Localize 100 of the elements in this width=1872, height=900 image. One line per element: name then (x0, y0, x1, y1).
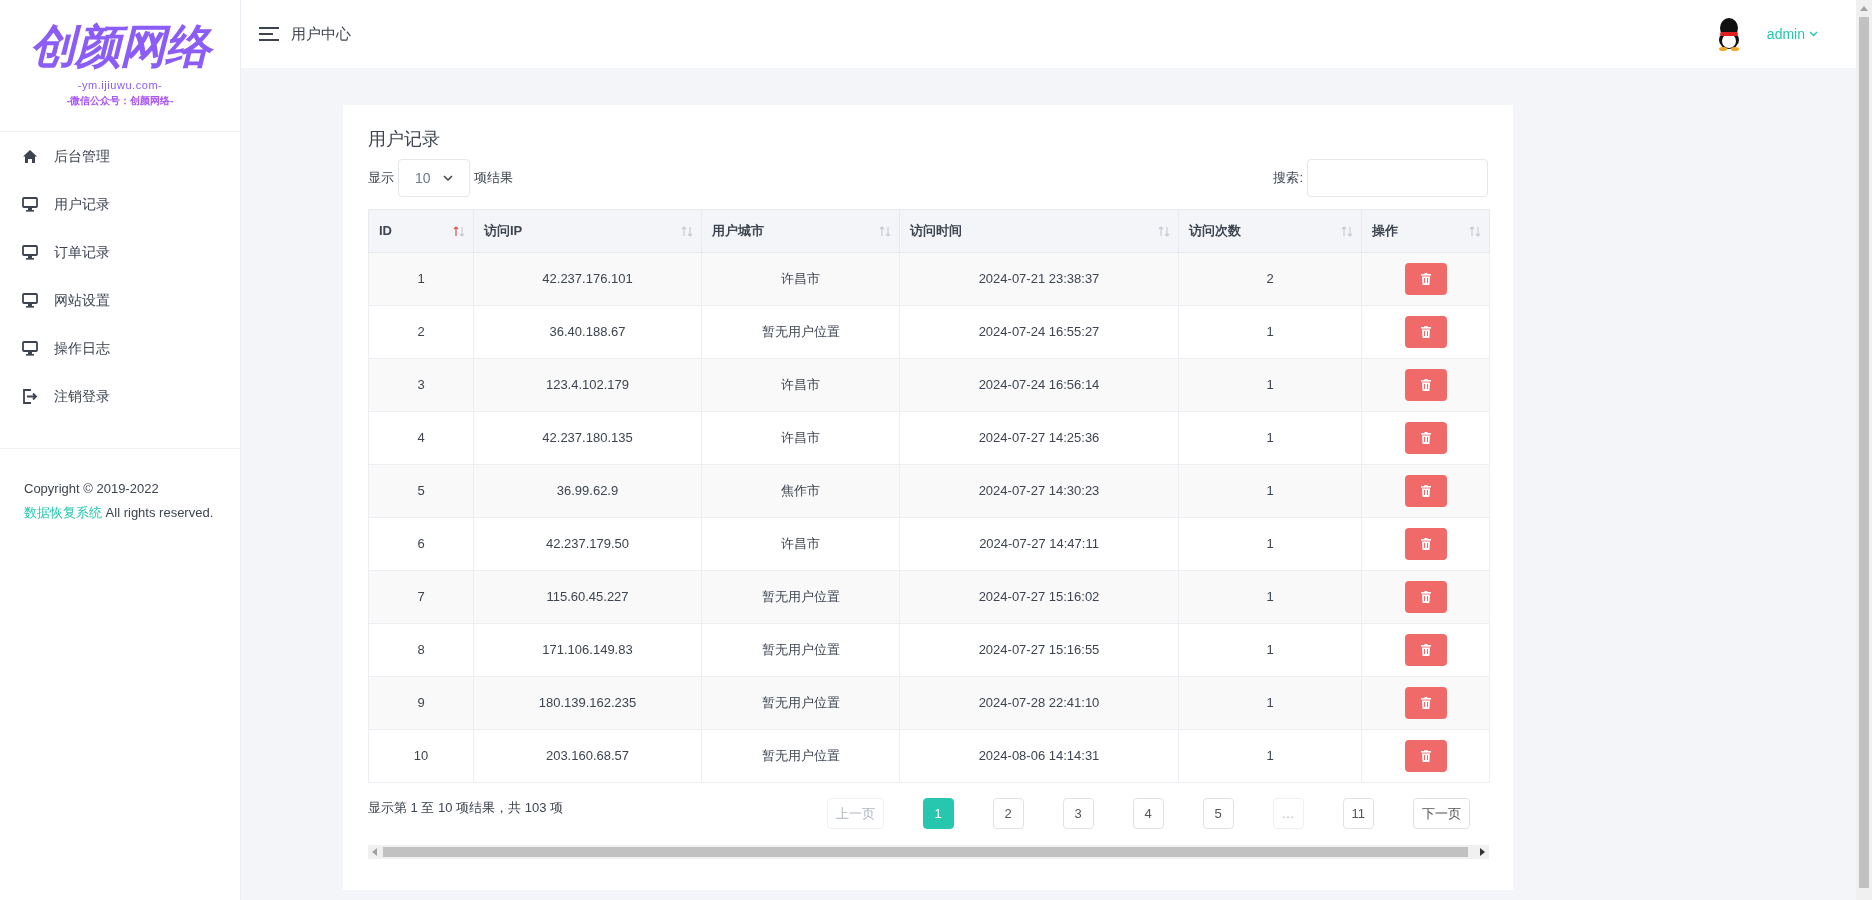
delete-button[interactable] (1404, 422, 1447, 454)
column-header[interactable]: 访问时间 (899, 209, 1179, 253)
length-label: 项结果 (474, 169, 513, 188)
delete-button[interactable] (1404, 316, 1447, 348)
table-info: 显示第 1 至 10 项结果，共 103 项 (368, 799, 564, 817)
delete-button[interactable] (1404, 475, 1447, 507)
table-cell: 许昌市 (701, 358, 900, 412)
scroll-left-icon[interactable] (372, 848, 377, 856)
table-cell: 1 (1178, 305, 1362, 359)
table-cell: 暂无用户位置 (701, 623, 900, 677)
table-cell: 10 (368, 729, 474, 783)
delete-button[interactable] (1404, 687, 1447, 719)
table-cell: 1 (1178, 676, 1362, 730)
home-icon (22, 148, 38, 164)
table-cell: 3 (368, 358, 474, 412)
logo-subtitle: -微信公众号：创颜网络- (66, 94, 174, 109)
copyright-text: Copyright © 2019-2022 数据恢复系统 All rights reserved. (24, 480, 214, 522)
table-cell: 42.237.180.135 (473, 411, 702, 465)
column-header[interactable]: 访问次数 (1178, 209, 1362, 253)
trash-icon (1420, 432, 1431, 444)
sidebar-item[interactable]: 注销登录 (0, 372, 240, 420)
delete-button[interactable] (1404, 740, 1447, 772)
trash-icon (1420, 538, 1431, 550)
table-cell: 36.40.188.67 (473, 305, 702, 359)
table-cell: 1 (368, 252, 474, 306)
page-button[interactable]: 2 (992, 798, 1024, 829)
delete-button[interactable] (1404, 634, 1447, 666)
scroll-right-icon[interactable] (1480, 848, 1485, 856)
page-button[interactable]: 11 (1342, 798, 1374, 829)
table-cell: 2024-07-21 23:38:37 (899, 252, 1179, 306)
delete-button[interactable] (1404, 369, 1447, 401)
sidebar-item[interactable]: 后台管理 (0, 132, 240, 180)
table-cell: 许昌市 (701, 517, 900, 571)
table-cell: 暂无用户位置 (701, 676, 900, 730)
table-cell: 2 (368, 305, 474, 359)
table-cell: 1 (1178, 517, 1362, 571)
chevron-down-icon (1809, 31, 1818, 37)
table-cell: 许昌市 (701, 411, 900, 465)
sidebar-item[interactable]: 订单记录 (0, 228, 240, 276)
delete-button[interactable] (1404, 528, 1447, 560)
trash-icon (1420, 485, 1431, 497)
column-header[interactable]: 操作 (1361, 209, 1490, 253)
table-cell: 2024-07-27 15:16:55 (899, 623, 1179, 677)
table-cell: 1 (1178, 464, 1362, 518)
monitor-icon (22, 292, 38, 308)
column-header[interactable]: 访问IP (473, 209, 702, 253)
table-cell: 2024-07-24 16:55:27 (899, 305, 1179, 359)
table-cell: 9 (368, 676, 474, 730)
column-header[interactable]: 用户城市 (701, 209, 900, 253)
monitor-icon (22, 196, 38, 212)
table-cell: 暂无用户位置 (701, 570, 900, 624)
table-cell: 暂无用户位置 (701, 305, 900, 359)
trash-icon (1420, 591, 1431, 603)
table-cell: 1 (1178, 729, 1362, 783)
vertical-scrollbar[interactable] (1856, 0, 1872, 900)
table-cell: 42.237.176.101 (473, 252, 702, 306)
card-title: 用户记录 (368, 128, 441, 151)
table-cell: 5 (368, 464, 474, 518)
table-cell: 1 (1178, 411, 1362, 465)
table-cell: 6 (368, 517, 474, 571)
length-label: 显示 (368, 169, 394, 188)
scrollbar-thumb[interactable] (1859, 17, 1869, 888)
table-cell: 171.106.149.83 (473, 623, 702, 677)
delete-button[interactable] (1404, 263, 1447, 295)
table-cell: 2024-07-27 15:16:02 (899, 570, 1179, 624)
header-title: 用户中心 (291, 23, 351, 44)
page-size-select[interactable]: 10 (398, 159, 470, 197)
table-cell: 暂无用户位置 (701, 729, 900, 783)
table-cell: 1 (1178, 358, 1362, 412)
table-cell: 8 (368, 623, 474, 677)
page-button[interactable]: 4 (1132, 798, 1164, 829)
table-cell: 180.139.162.235 (473, 676, 702, 730)
monitor-icon (22, 340, 38, 356)
table-cell: 2 (1178, 252, 1362, 306)
sidebar-item[interactable]: 用户记录 (0, 180, 240, 228)
table-cell: 123.4.102.179 (473, 358, 702, 412)
trash-icon (1420, 750, 1431, 762)
table-cell: 2024-07-27 14:25:36 (899, 411, 1179, 465)
page-button[interactable]: 5 (1202, 798, 1234, 829)
table-cell: 2024-07-28 22:41:10 (899, 676, 1179, 730)
horizontal-scrollbar[interactable] (368, 845, 1489, 859)
scroll-up-icon[interactable] (1860, 6, 1868, 11)
column-header[interactable]: ID (368, 209, 474, 253)
table-cell: 1 (1178, 570, 1362, 624)
page-button[interactable]: 下一页 (1413, 798, 1470, 829)
table-cell: 焦作市 (701, 464, 900, 518)
sidebar-item[interactable]: 网站设置 (0, 276, 240, 324)
table-cell: 许昌市 (701, 252, 900, 306)
table-cell: 2024-08-06 14:14:31 (899, 729, 1179, 783)
table-cell: 2024-07-27 14:30:23 (899, 464, 1179, 518)
logo-url: -ym.ijiuwu.com- (77, 77, 163, 93)
table-cell: 115.60.45.227 (473, 570, 702, 624)
search-field[interactable] (1307, 159, 1488, 197)
menu-icon[interactable] (259, 27, 279, 41)
delete-button[interactable] (1404, 581, 1447, 613)
logout-icon (22, 388, 38, 404)
sidebar-item[interactable]: 操作日志 (0, 324, 240, 372)
page-button[interactable]: 3 (1062, 798, 1094, 829)
table-cell: 2024-07-24 16:56:14 (899, 358, 1179, 412)
table-cell: 1 (1178, 623, 1362, 677)
